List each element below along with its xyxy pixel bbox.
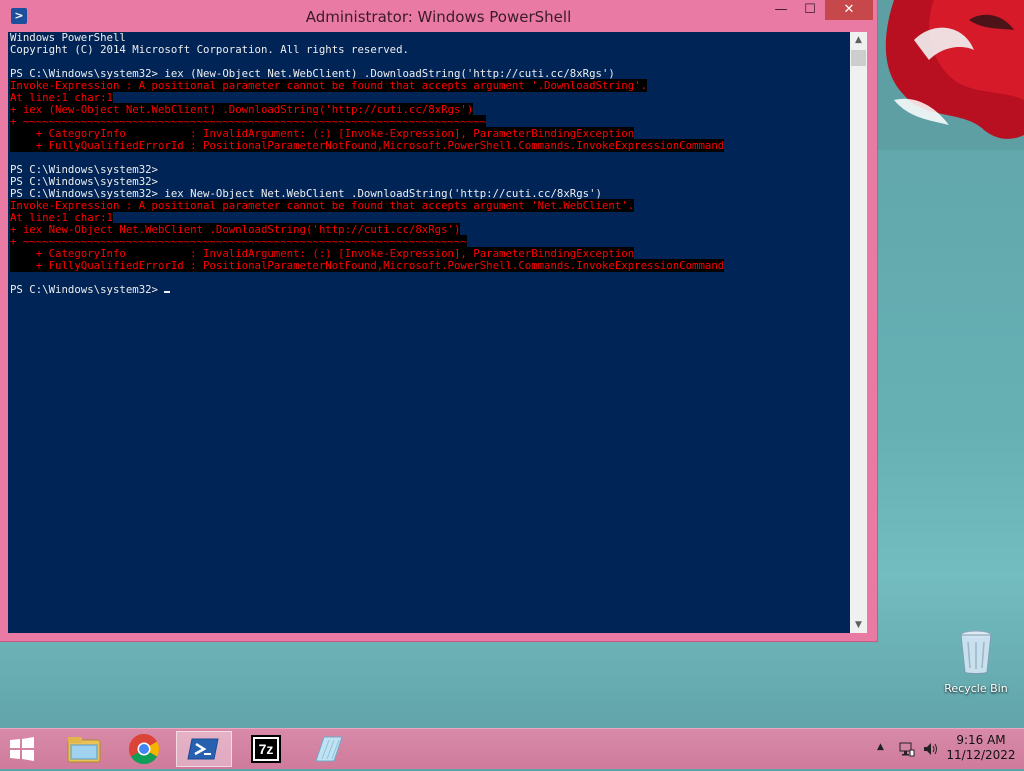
console-line-text: PS C:\Windows\system32> xyxy=(10,283,165,296)
console-error-line: Invoke-Expression : A positional paramet… xyxy=(10,79,724,92)
minimize-button[interactable]: — xyxy=(767,0,795,20)
start-button[interactable] xyxy=(8,737,36,761)
clock-date: 11/12/2022 xyxy=(946,748,1016,762)
desktop-wallpaper-flower xyxy=(874,0,1024,150)
scroll-up-arrow-icon[interactable]: ▲ xyxy=(850,32,867,48)
text-cursor xyxy=(164,291,171,293)
clock-time: 9:16 AM xyxy=(956,733,1006,747)
recycle-bin-icon[interactable] xyxy=(956,628,996,676)
taskbar[interactable]: 7z ▲ 9:16 AM 11/12/2022 xyxy=(0,728,1024,769)
system-tray: ▲ 9:16 AM 11/12/2022 xyxy=(872,729,1024,769)
window-title: Administrator: Windows PowerShell xyxy=(305,8,572,26)
console-line-text: + FullyQualifiedErrorId : PositionalPara… xyxy=(10,259,725,272)
recycle-bin-label: Recycle Bin xyxy=(944,682,1008,695)
network-icon[interactable] xyxy=(899,741,915,761)
scrollbar-thumb[interactable] xyxy=(851,50,866,66)
taskbar-chrome[interactable] xyxy=(116,731,172,767)
console-line-text: + FullyQualifiedErrorId : PositionalPara… xyxy=(10,139,725,152)
windows-logo-icon xyxy=(10,737,34,761)
svg-text:7z: 7z xyxy=(259,741,274,757)
show-hidden-icons-icon[interactable]: ▲ xyxy=(877,742,884,752)
console-error-line: + FullyQualifiedErrorId : PositionalPara… xyxy=(10,139,725,152)
chrome-icon xyxy=(128,734,160,765)
console-line: Copyright (C) 2014 Microsoft Corporation… xyxy=(10,44,724,56)
file-explorer-icon xyxy=(67,737,101,763)
taskbar-file-explorer[interactable] xyxy=(56,731,112,767)
title-bar[interactable]: > Administrator: Windows PowerShell — ☐ … xyxy=(0,0,877,32)
taskbar-powershell[interactable] xyxy=(176,731,232,767)
console-area[interactable]: Windows PowerShell Copyright (C) 2014 Mic… xyxy=(8,32,850,633)
7zip-icon: 7z xyxy=(251,735,281,763)
console-output: Windows PowerShell Copyright (C) 2014 Mic… xyxy=(10,32,725,296)
close-button[interactable]: ✕ xyxy=(825,0,873,20)
notepad-icon xyxy=(315,736,343,762)
recycle-bin[interactable]: Recycle Bin xyxy=(936,628,1016,695)
maximize-button[interactable]: ☐ xyxy=(796,0,824,20)
taskbar-notepad[interactable] xyxy=(300,731,356,767)
console-line: PS C:\Windows\system32> xyxy=(10,284,724,296)
powershell-window[interactable]: > Administrator: Windows PowerShell — ☐ … xyxy=(0,0,877,641)
vertical-scrollbar[interactable]: ▲ ▼ xyxy=(850,32,867,633)
taskbar-clock[interactable]: 9:16 AM 11/12/2022 xyxy=(946,733,1016,763)
volume-icon[interactable] xyxy=(922,741,940,761)
console-error-line: Invoke-Expression : A positional paramet… xyxy=(10,199,724,212)
taskbar-7zip[interactable]: 7z xyxy=(238,731,294,767)
powershell-icon xyxy=(187,738,219,760)
scroll-down-arrow-icon[interactable]: ▼ xyxy=(850,617,867,633)
console-error-line: + FullyQualifiedErrorId : PositionalPara… xyxy=(10,259,725,272)
console-line-text: Copyright (C) 2014 Microsoft Corporation… xyxy=(10,43,409,56)
